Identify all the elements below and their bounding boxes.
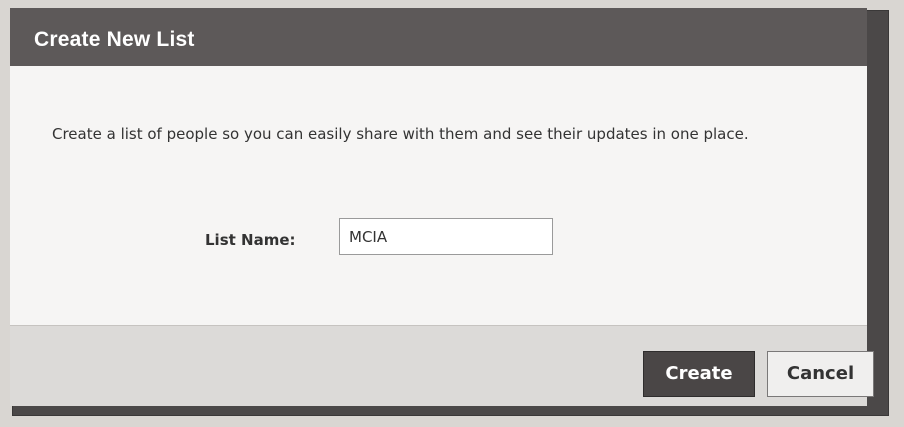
list-name-label: List Name: <box>205 231 296 249</box>
list-name-input[interactable] <box>339 218 553 255</box>
create-button[interactable]: Create <box>643 351 755 397</box>
dialog-description: Create a list of people so you can easil… <box>52 125 749 143</box>
cancel-button[interactable]: Cancel <box>767 351 874 397</box>
dialog-title: Create New List <box>34 28 195 51</box>
dialog-body <box>10 66 867 325</box>
